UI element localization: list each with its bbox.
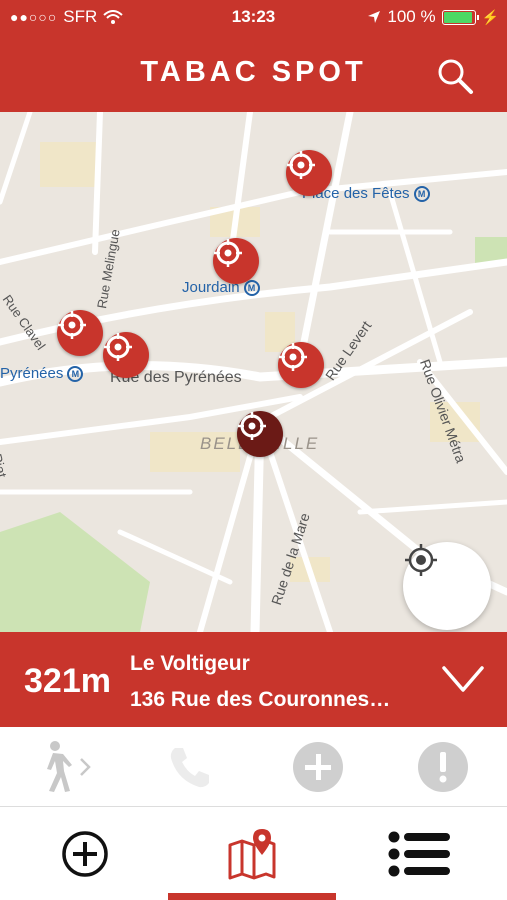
plus-circle-icon bbox=[293, 742, 343, 792]
target-icon bbox=[214, 239, 242, 267]
status-right: 100 % ⚡ bbox=[367, 7, 499, 27]
tabac-pin[interactable] bbox=[278, 342, 324, 388]
exclamation-circle-icon bbox=[418, 742, 468, 792]
tabac-pin-selected[interactable] bbox=[237, 411, 283, 457]
tab-add[interactable] bbox=[58, 825, 112, 883]
app-root: ●●○○○ SFR 13:23 100 % ⚡ TABAC SPOT Place… bbox=[0, 0, 507, 900]
app-title: TABAC SPOT bbox=[140, 56, 367, 88]
target-icon bbox=[279, 343, 307, 371]
battery-percent: 100 % bbox=[387, 7, 436, 26]
charging-icon: ⚡ bbox=[481, 8, 499, 25]
app-header: ●●○○○ SFR 13:23 100 % ⚡ TABAC SPOT bbox=[0, 0, 507, 112]
locate-me-button[interactable] bbox=[403, 542, 491, 630]
target-icon bbox=[238, 412, 266, 440]
list-icon bbox=[388, 831, 450, 877]
plus-circle-icon bbox=[62, 831, 108, 877]
tabac-pin[interactable] bbox=[103, 332, 149, 378]
target-icon bbox=[104, 333, 132, 361]
add-spot-button[interactable] bbox=[290, 737, 346, 797]
tab-list[interactable] bbox=[388, 825, 452, 883]
search-icon[interactable] bbox=[435, 56, 475, 96]
tab-bar bbox=[0, 807, 507, 900]
metro-icon: M bbox=[67, 366, 84, 383]
chevron-down-icon[interactable] bbox=[441, 662, 485, 696]
report-button[interactable] bbox=[415, 737, 471, 797]
directions-button[interactable] bbox=[30, 737, 100, 797]
target-icon bbox=[287, 151, 315, 179]
phone-icon bbox=[170, 748, 209, 788]
active-tab-indicator bbox=[168, 893, 336, 900]
spot-name: Le Voltigeur bbox=[130, 652, 250, 675]
crosshair-icon bbox=[405, 544, 437, 576]
tabac-pin[interactable] bbox=[213, 238, 259, 284]
tabac-pin[interactable] bbox=[57, 310, 103, 356]
label-pyrenees-metro: Pyrénées M bbox=[0, 365, 84, 383]
walking-person-icon bbox=[47, 741, 91, 792]
metro-icon: M bbox=[243, 280, 260, 297]
target-icon bbox=[58, 311, 86, 339]
selected-spot-panel[interactable]: 321m Le Voltigeur 136 Rue des Couronnes… bbox=[0, 632, 507, 727]
location-arrow-icon bbox=[368, 11, 381, 23]
tabac-pin[interactable] bbox=[286, 150, 332, 196]
spot-actions bbox=[0, 727, 507, 807]
map-view[interactable]: Place des Fêtes M Jourdain M Pyrénées M Rue… bbox=[0, 112, 507, 632]
status-bar: ●●○○○ SFR 13:23 100 % ⚡ bbox=[0, 0, 507, 34]
tab-map[interactable] bbox=[222, 825, 282, 883]
label-jourdain: Jourdain M bbox=[182, 279, 260, 297]
call-button[interactable] bbox=[160, 737, 220, 797]
spot-address: 136 Rue des Couronnes… bbox=[130, 688, 391, 711]
battery-icon bbox=[441, 9, 479, 25]
spot-distance: 321m bbox=[24, 662, 111, 700]
metro-icon: M bbox=[413, 186, 430, 203]
map-pin-icon bbox=[228, 829, 276, 880]
